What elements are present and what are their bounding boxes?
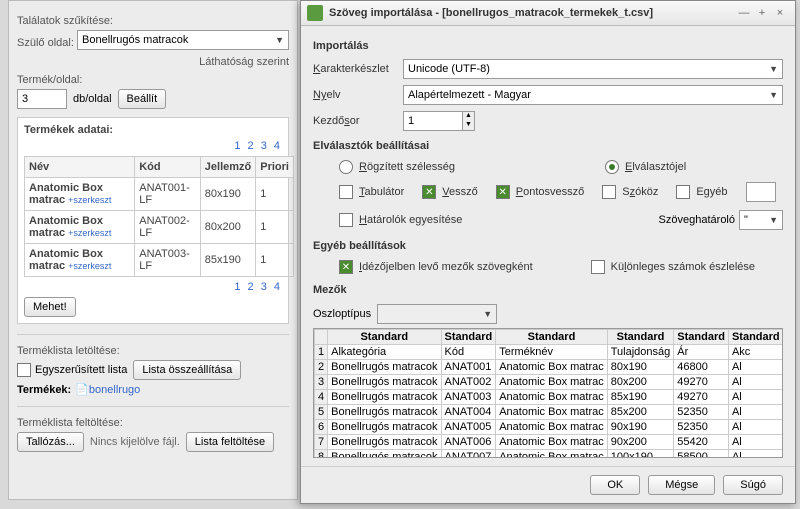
language-select[interactable]: Alapértelmezett - Magyar▼ <box>403 85 783 105</box>
text-delim-label: Szöveghatároló <box>659 214 735 226</box>
maximize-icon[interactable]: + <box>753 7 771 19</box>
app-icon <box>307 5 323 21</box>
chevron-down-icon: ▼ <box>769 90 778 100</box>
dialog-title: Szöveg importálása - [bonellrugos_matrac… <box>329 7 735 19</box>
language-label: Nyelv <box>313 89 403 101</box>
perpage-input[interactable] <box>17 89 67 109</box>
col-name: Név <box>25 157 135 178</box>
other-checkbox[interactable] <box>676 185 690 199</box>
coltype-select: ▼ <box>377 304 497 324</box>
text-delim-select[interactable]: "▼ <box>739 210 783 230</box>
perpage-unit: db/oldal <box>73 93 112 105</box>
spin-down-icon[interactable]: ▼ <box>463 121 474 130</box>
col-attr: Jellemző <box>200 157 255 178</box>
chevron-down-icon: ▼ <box>769 64 778 74</box>
compile-list-button[interactable]: Lista összeállítása <box>133 360 241 380</box>
startrow-spinner[interactable]: ▲▼ <box>403 111 475 131</box>
delimiter-radio[interactable] <box>605 160 619 174</box>
ok-button[interactable]: OK <box>590 475 640 495</box>
coltype-label: Oszloptípus <box>313 308 371 320</box>
table-row: Anatomic Box matrac +szerkeszt ANAT001-L… <box>25 178 294 211</box>
no-file-label: Nincs kijelölve fájl. <box>90 436 180 448</box>
fixed-width-radio[interactable] <box>339 160 353 174</box>
minimize-icon[interactable]: — <box>735 7 753 19</box>
chevron-down-icon: ▼ <box>769 215 778 225</box>
col-prio: Priori <box>256 157 294 178</box>
pager-bottom: 1 2 3 4 <box>24 281 282 293</box>
products-file-link[interactable]: bonellrugo <box>89 384 140 396</box>
quoted-as-text-checkbox[interactable] <box>339 260 353 274</box>
pager-top: 1 2 3 4 <box>24 140 282 152</box>
charset-label: Karakterkészlet <box>313 63 403 75</box>
section-fields: Mezők <box>313 284 783 296</box>
merge-delim-checkbox[interactable] <box>339 213 353 227</box>
upload-label: Terméklista feltöltése: <box>17 417 289 429</box>
section-other: Egyéb beállítások <box>313 240 783 252</box>
spin-up-icon[interactable]: ▲ <box>463 112 474 121</box>
download-label: Terméklista letöltése: <box>17 345 289 357</box>
startrow-label: Kezdősor <box>313 115 403 127</box>
other-delim-input[interactable] <box>746 182 776 202</box>
products-box: Termékek adatai: 1 2 3 4 Név Kód Jellemz… <box>17 117 289 324</box>
comma-checkbox[interactable] <box>422 185 436 199</box>
background-panel: Találatok szűkítése: Szülő oldal: Bonell… <box>8 0 298 500</box>
col-code: Kód <box>135 157 201 178</box>
go-button[interactable]: Mehet! <box>24 297 76 317</box>
edit-link[interactable]: +szerkeszt <box>68 195 111 205</box>
browse-button[interactable]: Tallózás... <box>17 432 84 452</box>
perpage-label: Termék/oldal: <box>17 74 289 86</box>
close-icon[interactable]: × <box>771 7 789 19</box>
edit-link[interactable]: +szerkeszt <box>68 261 111 271</box>
visibility-label: Láthatóság szerint <box>17 56 289 68</box>
section-import: Importálás <box>313 40 783 52</box>
chevron-down-icon: ▼ <box>275 35 284 45</box>
space-checkbox[interactable] <box>602 185 616 199</box>
cancel-button[interactable]: Mégse <box>648 475 715 495</box>
edit-link[interactable]: +szerkeszt <box>68 228 111 238</box>
table-row: Anatomic Box matrac +szerkeszt ANAT003-L… <box>25 244 294 277</box>
tab-checkbox[interactable] <box>339 185 353 199</box>
titlebar[interactable]: Szöveg importálása - [bonellrugos_matrac… <box>301 1 795 26</box>
products-title: Termékek adatai: <box>24 124 282 136</box>
table-row: Anatomic Box matrac +szerkeszt ANAT002-L… <box>25 211 294 244</box>
special-numbers-checkbox[interactable] <box>591 260 605 274</box>
import-dialog: Szöveg importálása - [bonellrugos_matrac… <box>300 0 796 504</box>
parent-page-label: Szülő oldal: <box>17 37 77 49</box>
semicolon-checkbox[interactable] <box>496 185 510 199</box>
set-button[interactable]: Beállít <box>118 89 167 109</box>
chevron-down-icon: ▼ <box>483 309 492 319</box>
help-button[interactable]: Súgó <box>723 475 783 495</box>
section-separators: Elválasztók beállításai <box>313 140 783 152</box>
filter-label: Találatok szűkítése: <box>17 15 289 27</box>
simplified-checkbox[interactable] <box>17 363 31 377</box>
products-table: Név Kód Jellemző Priori Anatomic Box mat… <box>24 156 294 277</box>
charset-select[interactable]: Unicode (UTF-8)▼ <box>403 59 783 79</box>
parent-page-select[interactable]: Bonellrugós matracok▼ <box>77 30 289 50</box>
upload-button[interactable]: Lista feltöltése <box>186 432 274 452</box>
preview-grid[interactable]: StandardStandardStandardStandardStandard… <box>313 328 783 458</box>
